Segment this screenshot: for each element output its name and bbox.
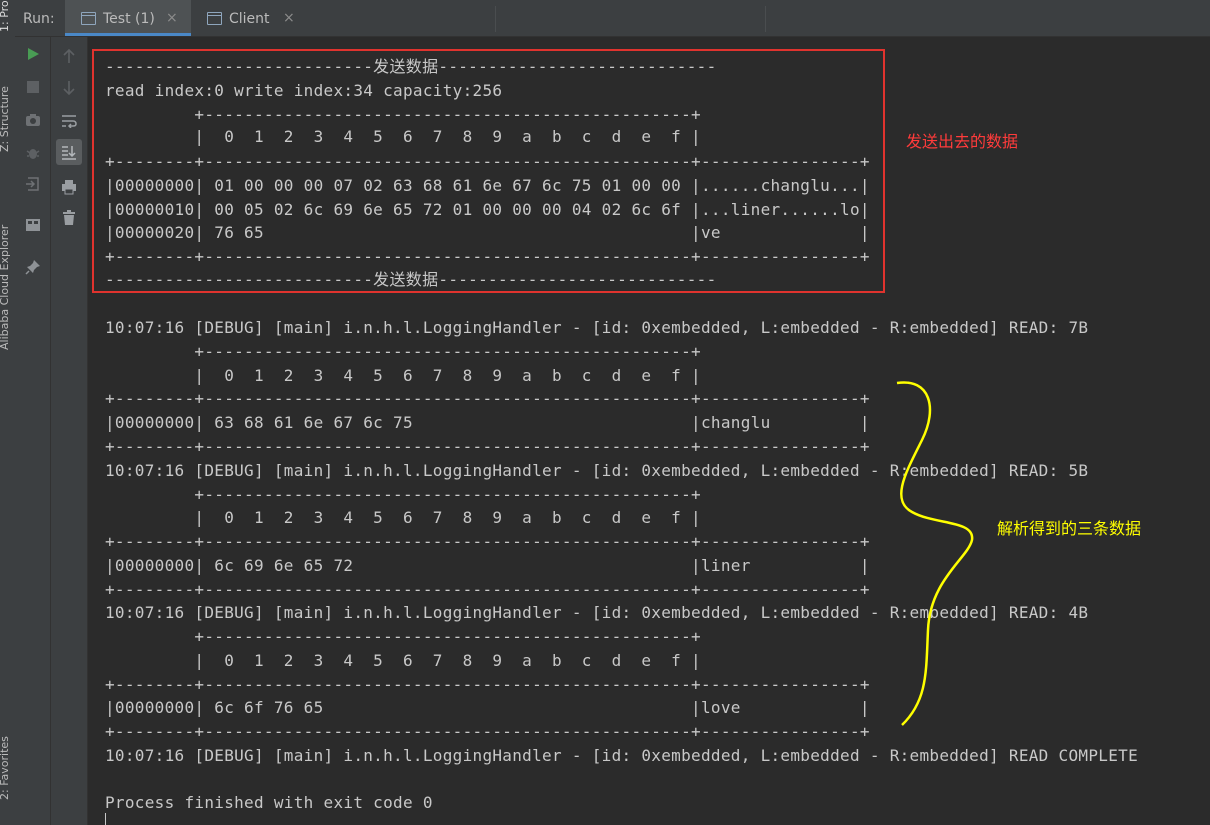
text-cursor — [105, 813, 106, 825]
parsed-data-annotation: 解析得到的三条数据 — [997, 519, 1142, 538]
parsed-data-brace — [896, 381, 974, 726]
